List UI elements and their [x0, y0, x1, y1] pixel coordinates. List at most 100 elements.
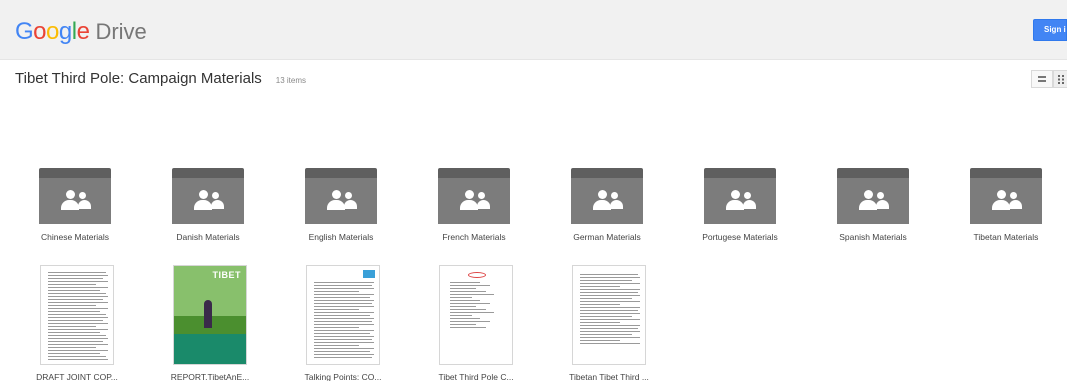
text-line	[314, 300, 374, 301]
text-line	[580, 295, 640, 296]
text-line	[450, 297, 472, 298]
text-line	[48, 302, 108, 303]
file-item[interactable]: TIBET REPORT.TibetAnE...	[155, 265, 265, 381]
list-view-button[interactable]	[1031, 70, 1053, 88]
people-icon	[194, 190, 224, 212]
shared-folder-icon	[970, 168, 1042, 224]
folder-name: Spanish Materials	[839, 232, 907, 242]
text-line	[580, 313, 640, 314]
text-line	[580, 322, 620, 323]
logo-letter: G	[15, 18, 34, 45]
text-line	[580, 304, 620, 305]
text-line	[450, 312, 494, 313]
text-line	[450, 318, 480, 319]
text-line	[48, 305, 96, 306]
file-item[interactable]: Tibet Third Pole C...	[421, 265, 531, 381]
text-line	[48, 317, 108, 318]
text-line	[314, 342, 374, 343]
folder-item[interactable]: German Materials	[552, 168, 662, 242]
text-line	[48, 341, 103, 342]
folder-item[interactable]: English Materials	[286, 168, 396, 242]
people-icon	[992, 190, 1022, 212]
people-icon	[726, 190, 756, 212]
text-line	[48, 344, 108, 345]
file-item[interactable]: DRAFT JOINT COP...	[22, 265, 132, 381]
text-line	[580, 325, 640, 326]
text-line	[314, 348, 374, 349]
folder-heading: Tibet Third Pole: Campaign Materials 13 …	[15, 70, 306, 87]
text-line	[580, 343, 640, 344]
text-line	[314, 321, 372, 322]
cover-figure	[204, 300, 212, 328]
text-line	[450, 327, 486, 328]
folder-name: French Materials	[442, 232, 506, 242]
text-line	[48, 332, 100, 333]
shared-folder-icon	[571, 168, 643, 224]
folder-body	[970, 178, 1042, 224]
text-line	[314, 309, 359, 310]
folder-body	[305, 178, 377, 224]
item-count: 13 items	[275, 76, 307, 85]
folder-item[interactable]: French Materials	[419, 168, 529, 242]
google-drive-logo[interactable]: Google Drive	[15, 18, 147, 48]
folder-item[interactable]: Danish Materials	[153, 168, 263, 242]
sign-in-button[interactable]: Sign in	[1033, 19, 1067, 41]
view-toggle	[1031, 70, 1067, 88]
text-line	[48, 293, 106, 294]
text-line	[48, 272, 106, 273]
text-line	[314, 345, 359, 346]
shared-folder-icon	[39, 168, 111, 224]
text-line	[48, 308, 108, 309]
folder-body	[571, 178, 643, 224]
document-logo-icon	[363, 270, 375, 278]
text-line	[48, 314, 106, 315]
text-line	[450, 285, 490, 286]
folder-tab	[970, 168, 1042, 178]
folder-name: Chinese Materials	[40, 232, 110, 242]
folder-body	[172, 178, 244, 224]
text-line	[580, 319, 640, 320]
folder-tab	[172, 168, 244, 178]
folder-tab	[39, 168, 111, 178]
text-line	[580, 301, 640, 302]
text-line	[314, 351, 370, 352]
logo-letter: g	[58, 18, 72, 45]
folder-name: Portugese Materials	[702, 232, 778, 242]
folder-item[interactable]: Spanish Materials	[818, 168, 928, 242]
text-line	[48, 311, 100, 312]
text-line	[450, 306, 476, 307]
text-line	[580, 283, 640, 284]
file-name: DRAFT JOINT COP...	[36, 372, 118, 381]
file-name: Talking Points: CO...	[304, 372, 382, 381]
document-thumbnail	[306, 265, 380, 365]
text-line	[580, 286, 620, 287]
folder-item[interactable]: Portugese Materials	[685, 168, 795, 242]
grid-view-button[interactable]	[1053, 70, 1067, 88]
file-item[interactable]: Talking Points: CO...	[288, 265, 398, 381]
shared-folder-icon	[172, 168, 244, 224]
shared-folder-icon	[438, 168, 510, 224]
text-line	[314, 297, 370, 298]
text-line	[48, 353, 100, 354]
text-line	[314, 336, 374, 337]
folder-item[interactable]: Tibetan Materials	[951, 168, 1061, 242]
text-line	[450, 324, 476, 325]
folder-tab	[438, 168, 510, 178]
text-line	[314, 312, 374, 313]
logo-letter: e	[76, 18, 90, 45]
file-name: Tibetan Tibet Third ...	[569, 372, 649, 381]
document-thumbnail	[439, 265, 513, 365]
shared-folder-icon	[837, 168, 909, 224]
folder-item[interactable]: Chinese Materials	[20, 168, 130, 242]
text-line	[48, 296, 108, 297]
text-line	[314, 291, 359, 292]
text-line	[580, 307, 640, 308]
folder-tab	[704, 168, 776, 178]
people-icon	[327, 190, 357, 212]
text-line	[314, 333, 370, 334]
text-line	[450, 300, 480, 301]
file-item[interactable]: Tibetan Tibet Third ...	[554, 265, 664, 381]
text-line	[48, 359, 108, 360]
text-line	[48, 335, 106, 336]
text-line	[314, 315, 370, 316]
